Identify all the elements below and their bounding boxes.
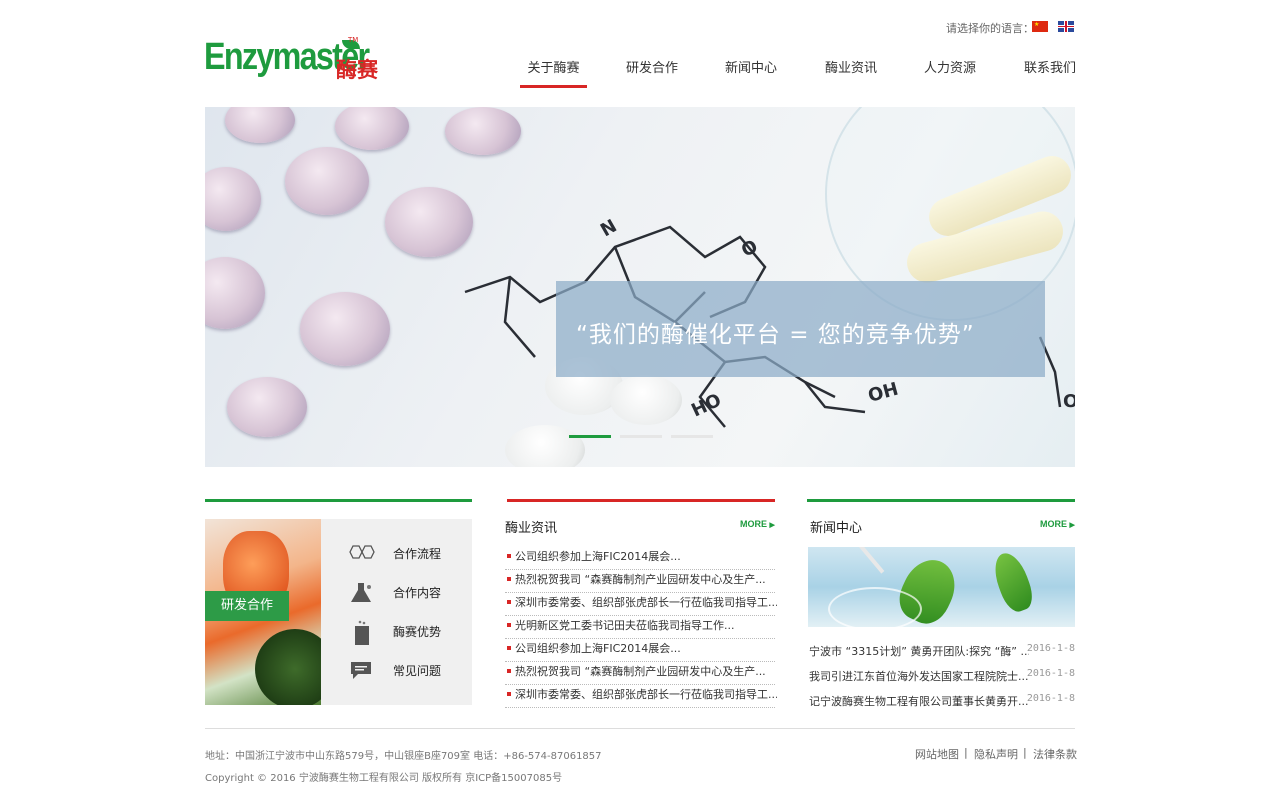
industry-section-title: 酶业资讯 bbox=[505, 521, 558, 536]
rd-item-faq[interactable]: 常见问题 bbox=[345, 659, 475, 683]
molecule-icon bbox=[345, 542, 379, 566]
news-section-title: 新闻中心 bbox=[810, 521, 863, 536]
enzymaster-logo[interactable]: Enzymaster TM 酶赛 bbox=[204, 34, 386, 88]
arrow-right-icon: ▶ bbox=[1069, 522, 1075, 529]
language-label: 请选择你的语言： bbox=[946, 22, 1034, 35]
industry-news-item[interactable]: 光明新区党工委书记田夫莅临我司指导工作... bbox=[505, 615, 775, 639]
slide-indicator-3[interactable] bbox=[671, 435, 713, 438]
nav-contact-us[interactable]: 联系我们 bbox=[1020, 57, 1080, 85]
logo-tm: TM bbox=[348, 36, 359, 44]
rd-item-advantage[interactable]: 酶赛优势 bbox=[345, 620, 475, 645]
industry-more-link[interactable]: MORE ▶ bbox=[740, 519, 775, 529]
logo-text-cn: 酶赛 bbox=[336, 58, 378, 82]
nav-about[interactable]: 关于酶赛 bbox=[520, 57, 587, 88]
nav-rd-cooperation[interactable]: 研发合作 bbox=[622, 57, 682, 85]
rd-item-label: 合作流程 bbox=[393, 547, 442, 561]
svg-text:O: O bbox=[1063, 391, 1075, 412]
chat-icon bbox=[345, 659, 379, 683]
chinese-flag-icon[interactable]: ★ bbox=[1032, 21, 1048, 32]
svg-text:OH: OH bbox=[866, 379, 901, 407]
news-featured-image[interactable] bbox=[808, 547, 1075, 627]
rd-label[interactable]: 研发合作 bbox=[205, 591, 289, 621]
rd-item-label: 合作内容 bbox=[393, 586, 442, 600]
news-more-link[interactable]: MORE ▶ bbox=[1040, 519, 1075, 529]
footer-link-privacy[interactable]: 隐私声明 bbox=[974, 746, 1018, 762]
flask-icon bbox=[345, 581, 379, 605]
news-center-item[interactable]: 记宁波酶赛生物工程有限公司董事长黄勇开... 2016-1-8 bbox=[809, 693, 1075, 717]
beaker-icon bbox=[345, 620, 379, 645]
industry-news-item[interactable]: 深圳市委常委、组织部张虎部长一行莅临我司指导工... bbox=[505, 684, 777, 708]
arrow-right-icon: ▶ bbox=[769, 522, 775, 529]
footer-divider bbox=[205, 728, 1075, 729]
svg-text:N: N bbox=[597, 216, 621, 242]
footer-separator: | bbox=[964, 746, 968, 759]
banner-quote-text: “我们的酶催化平台 = 您的竞争优势” bbox=[576, 322, 975, 348]
nav-industry-info[interactable]: 酶业资讯 bbox=[821, 57, 881, 85]
rd-section-top-bar bbox=[205, 499, 472, 502]
footer-link-sitemap[interactable]: 网站地图 bbox=[915, 746, 959, 762]
industry-news-item[interactable]: 热烈祝贺我司 “森赛酶制剂产业园研发中心及生产... bbox=[505, 569, 775, 593]
industry-news-item[interactable]: 公司组织参加上海FIC2014展会... bbox=[505, 638, 775, 662]
footer-copyright: Copyright © 2016 宁波酶赛生物工程有限公司 版权所有 京ICP备… bbox=[205, 773, 563, 784]
banner-quote-box: “我们的酶催化平台 = 您的竞争优势” bbox=[556, 281, 1045, 377]
footer-separator: | bbox=[1023, 746, 1027, 759]
english-flag-icon[interactable] bbox=[1058, 21, 1074, 32]
industry-news-item[interactable]: 热烈祝贺我司 “森赛酶制剂产业园研发中心及生产... bbox=[505, 661, 775, 685]
footer-link-legal[interactable]: 法律条款 bbox=[1033, 746, 1077, 762]
rd-item-label: 常见问题 bbox=[393, 664, 442, 678]
svg-text:HO: HO bbox=[688, 390, 724, 422]
rd-menu: 合作流程 合作内容 酶赛优势 常见问题 bbox=[321, 519, 472, 705]
hero-banner[interactable]: N O HO OH O “我们的酶催化平台 = 您的竞争优势” bbox=[205, 107, 1075, 467]
footer-address: 地址：中国浙江宁波市中山东路579号，中山银座B座709室 电话：+86-574… bbox=[205, 751, 602, 762]
rd-item-label: 酶赛优势 bbox=[393, 625, 442, 639]
industry-news-item[interactable]: 深圳市委常委、组织部张虎部长一行莅临我司指导工... bbox=[505, 592, 777, 616]
slide-indicator-2[interactable] bbox=[620, 435, 662, 438]
rd-item-process[interactable]: 合作流程 bbox=[345, 542, 475, 566]
nav-human-resources[interactable]: 人力资源 bbox=[920, 57, 980, 85]
news-center-item[interactable]: 我司引进江东首位海外发达国家工程院院士... 2016-1-8 bbox=[809, 668, 1075, 692]
industry-section-top-bar bbox=[507, 499, 775, 502]
rd-item-content[interactable]: 合作内容 bbox=[345, 581, 475, 605]
news-center-item[interactable]: 宁波市 “3315计划” 黄勇开团队:探究 “酶” ... 2016-1-8 bbox=[809, 643, 1075, 667]
news-section-top-bar bbox=[807, 499, 1075, 502]
industry-news-item[interactable]: 公司组织参加上海FIC2014展会... bbox=[505, 546, 775, 570]
nav-news-center[interactable]: 新闻中心 bbox=[721, 57, 781, 85]
slide-indicator-1[interactable] bbox=[569, 435, 611, 438]
